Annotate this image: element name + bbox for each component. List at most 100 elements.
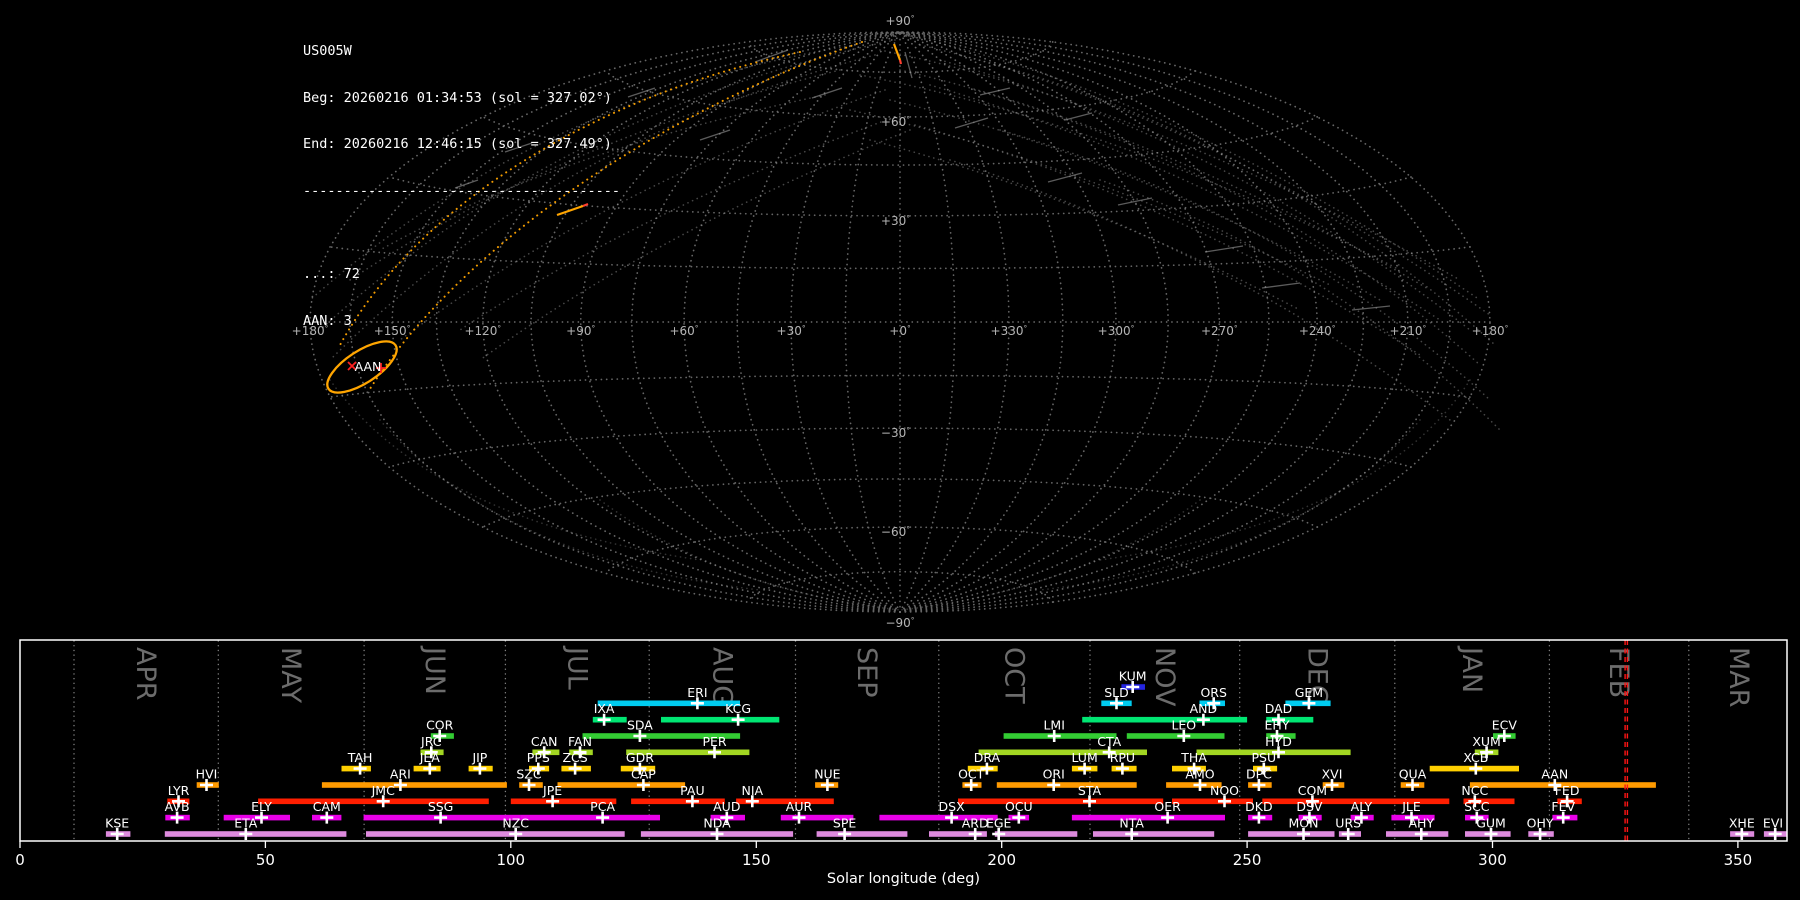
shower-bar-CAP <box>557 782 686 788</box>
shower-label-CAN: CAN <box>531 734 558 749</box>
shower-label-NIA: NIA <box>742 783 764 798</box>
shower-label-AMO: AMO <box>1185 767 1214 782</box>
shower-label-SDA: SDA <box>627 718 653 733</box>
longitude-label: +330° <box>991 324 1028 338</box>
shower-label-SCC: SCC <box>1464 799 1490 814</box>
shower-label-EHY: EHY <box>1265 718 1290 733</box>
shower-label-QUA: QUA <box>1399 767 1427 782</box>
shower-label-GUM: GUM <box>1476 816 1506 831</box>
shower-bar-ARI <box>321 782 507 788</box>
shower-label-NOO: NOO <box>1210 783 1239 798</box>
shower-label-CAP: CAP <box>631 767 656 782</box>
shower-label-PCA: PCA <box>590 799 615 814</box>
month-label: APR <box>130 647 161 701</box>
shower-bar-LEO <box>1126 733 1225 739</box>
shower-label-IXA: IXA <box>594 701 615 716</box>
x-tick-label: 300 <box>1478 851 1507 869</box>
meridian-line <box>579 31 901 613</box>
month-label: SEP <box>851 647 882 697</box>
begin-time: Beg: 20260216 01:34:53 (sol = 327.02°) <box>303 89 612 106</box>
shower-label-STA: STA <box>1078 783 1102 798</box>
shower-label-GEM: GEM <box>1295 685 1323 700</box>
shower-label-SLD: SLD <box>1104 685 1129 700</box>
fov-trace-arc <box>904 34 1481 301</box>
month-label: JAN <box>1456 645 1487 693</box>
shower-label-FAN: FAN <box>568 734 592 749</box>
meteor-streak <box>699 129 731 141</box>
shower-bar-KCG <box>661 716 780 723</box>
shower-label-LMI: LMI <box>1043 718 1064 733</box>
shower-label-ARI: ARI <box>390 767 411 782</box>
x-axis-title: Solar longitude (deg) <box>827 871 980 887</box>
month-label: MAY <box>275 647 306 704</box>
shower-label-AUR: AUR <box>786 799 813 814</box>
shower-label-PSU: PSU <box>1251 750 1276 765</box>
shower-label-SZC: SZC <box>516 767 541 782</box>
longitude-label: +60° <box>669 324 698 338</box>
shower-label-KUM: KUM <box>1119 669 1147 684</box>
fov-trace-arc <box>599 499 901 611</box>
shower-label-AND: AND <box>1190 701 1218 716</box>
shower-bar-ERI <box>597 700 740 707</box>
fov-trace-arc <box>1099 379 1471 561</box>
shower-label-EVI: EVI <box>1763 816 1783 831</box>
shower-label-TAH: TAH <box>347 750 373 765</box>
shower-label-GDR: GDR <box>626 750 654 765</box>
shower-bar-PAU <box>631 798 725 805</box>
shower-label-OHY: OHY <box>1527 816 1554 831</box>
meteor-streak <box>1351 305 1391 311</box>
aan-count: AAN: 3 <box>303 312 352 329</box>
shower-label-ETA: ETA <box>234 816 258 831</box>
shower-label-OCT: OCT <box>958 767 985 782</box>
fov-trace-arc <box>859 74 1401 271</box>
shower-label-COR: COR <box>426 718 454 733</box>
shower-label-JIP: JIP <box>471 750 487 765</box>
orange-meteor-streak <box>892 43 902 61</box>
shower-label-ZCS: ZCS <box>562 750 587 765</box>
shower-label-PER: PER <box>702 734 726 749</box>
fov-trace-arc <box>959 54 1496 346</box>
longitude-label: +300° <box>1098 324 1135 338</box>
x-axis: 0 50 100 150 200 250 300 350 Solar longitude (de… <box>15 841 1752 887</box>
shower-label-SPE: SPE <box>833 816 856 831</box>
radiant-label: AAN <box>355 359 382 374</box>
shower-label-NTA: NTA <box>1119 816 1144 831</box>
shower-label-JPE: JPE <box>542 783 562 798</box>
shower-bar-SPE <box>816 831 908 837</box>
meteor-streak <box>904 51 913 79</box>
fov-trace-arc <box>1039 419 1421 591</box>
shower-label-CAM: CAM <box>313 799 341 814</box>
shower-label-MON: MON <box>1289 816 1319 831</box>
latitude-label: +30° <box>881 214 910 228</box>
observation-header: US005W Beg: 20260216 01:34:53 (sol = 327… <box>303 13 620 360</box>
shower-label-AUD: AUD <box>713 799 740 814</box>
shower-label-ALY: ALY <box>1351 799 1373 814</box>
shower-label-AVB: AVB <box>165 799 190 814</box>
month-label: AUG <box>706 647 737 706</box>
sky-map: AAN+180° +150° +120° +90° +60° +30° +0° +330° +3… <box>292 14 1509 630</box>
shower-label-EGE: EGE <box>986 816 1012 831</box>
shower-label-DKD: DKD <box>1245 799 1272 814</box>
shower-label-JMC: JMC <box>371 783 395 798</box>
station-id: US005W <box>303 43 352 59</box>
meteor-streak <box>811 87 843 99</box>
shower-label-XVI: XVI <box>1322 767 1343 782</box>
meteor-streak <box>1117 197 1153 206</box>
shower-label-JRC: JRC <box>420 734 442 749</box>
shower-bar-EGE <box>994 831 1078 837</box>
x-tick-label: 350 <box>1724 851 1753 869</box>
meteor-streak <box>1261 282 1301 289</box>
fov-trace-arc <box>1099 179 1501 431</box>
shower-label-XUM: XUM <box>1472 734 1501 749</box>
shower-label-PAU: PAU <box>680 783 704 798</box>
shower-bar-NOO <box>1172 798 1253 805</box>
shower-bar-PCA <box>520 814 660 821</box>
shower-label-JLE: JLE <box>1401 799 1421 814</box>
shower-label-LEO: LEO <box>1171 718 1196 733</box>
x-tick-label: 200 <box>987 851 1016 869</box>
parallel-line <box>481 478 1319 528</box>
shower-label-THA: THA <box>1180 750 1207 765</box>
x-tick-label: 150 <box>742 851 771 869</box>
shower-label-URS: URS <box>1335 816 1361 831</box>
month-label: JUL <box>561 645 592 690</box>
